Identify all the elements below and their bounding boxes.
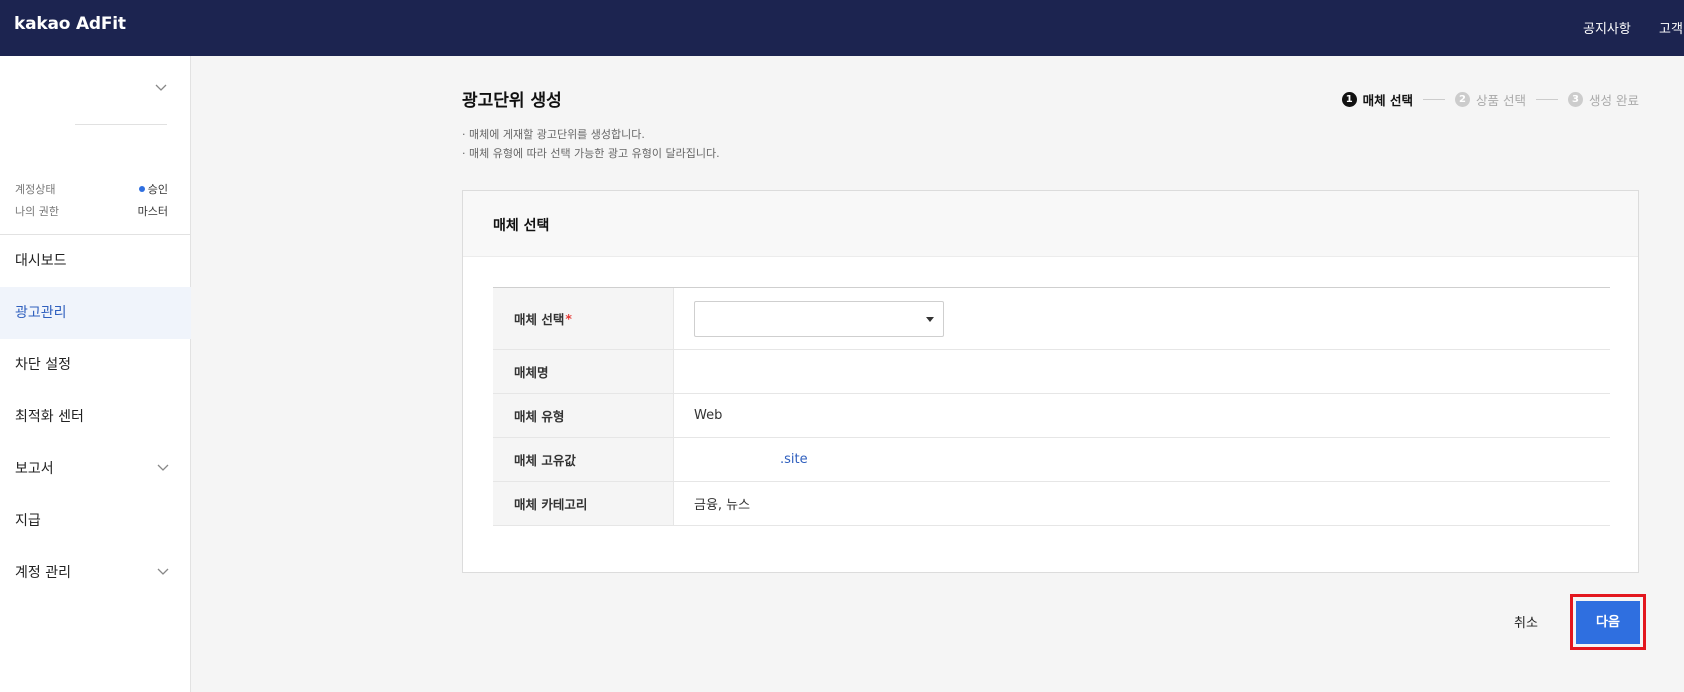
next-button[interactable]: 다음 <box>1576 601 1640 644</box>
media-select-label: 매체 선택 * <box>493 288 674 349</box>
description-line-1: · 매체에 게재할 광고단위를 생성합니다. <box>462 128 645 141</box>
step-label: 매체 선택 <box>1362 93 1414 108</box>
media-name-value <box>674 350 1610 393</box>
sidebar-menu: 대시보드 광고관리 차단 설정 최적화 센터 보고서 지급 계정 관리 <box>0 235 191 599</box>
account-status-label: 계정상태 <box>15 183 56 196</box>
media-select-dropdown[interactable] <box>694 300 944 337</box>
step-complete: 3 생성 완료 <box>1568 90 1639 109</box>
form-row-media-id: 매체 고유값 .site <box>493 438 1610 482</box>
form-row-media-name: 매체명 <box>493 350 1610 394</box>
media-name-label: 매체명 <box>493 350 674 393</box>
account-role-label: 나의 권한 <box>15 205 59 218</box>
step-product-select: 2 상품 선택 <box>1455 90 1526 109</box>
notice-link[interactable]: 공지사항 <box>1583 22 1631 37</box>
media-category-label: 매체 카테고리 <box>493 482 674 525</box>
step-number: 1 <box>1341 92 1357 107</box>
page-title: 광고단위 생성 <box>462 91 562 111</box>
required-mark: * <box>565 311 572 326</box>
step-label: 생성 완료 <box>1589 93 1639 108</box>
form-row-media-type: 매체 유형 Web <box>493 394 1610 438</box>
account-status-value: 승인 <box>138 181 168 197</box>
media-id-link[interactable]: .site <box>694 452 808 467</box>
account-selector[interactable] <box>0 76 191 116</box>
sidebar-item-payment[interactable]: 지급 <box>0 495 191 547</box>
kakao-adfit-logo[interactable]: kakao AdFit <box>14 14 126 34</box>
cancel-button[interactable]: 취소 <box>1514 612 1538 631</box>
sidebar: 계정상태 승인 나의 권한 마스터 대시보드 광고관리 차단 설정 최적화 센터… <box>0 56 191 692</box>
step-number: 3 <box>1568 92 1584 107</box>
media-select-cell <box>674 288 1610 349</box>
account-role-row: 나의 권한 마스터 <box>15 203 168 219</box>
form-row-media-select: 매체 선택 * <box>493 288 1610 350</box>
sidebar-item-optimization-center[interactable]: 최적화 센터 <box>0 391 191 443</box>
top-links: 공지사항 고객 <box>1559 18 1684 37</box>
step-indicator: 1 매체 선택 2 상품 선택 3 생성 완료 <box>1341 90 1639 109</box>
media-id-cell: .site <box>674 438 1610 481</box>
panel-header: 매체 선택 <box>463 191 1638 257</box>
chevron-down-icon <box>155 84 167 91</box>
media-category-value: 금융, 뉴스 <box>694 498 751 513</box>
customer-center-link[interactable]: 고객 <box>1659 18 1684 37</box>
media-select-panel: 매체 선택 매체 선택 * 매체명 매체 유형 Web 매체 고유값 .site… <box>462 190 1639 573</box>
sidebar-item-ad-management[interactable]: 광고관리 <box>0 287 191 339</box>
sidebar-item-dashboard[interactable]: 대시보드 <box>0 235 191 287</box>
top-navigation: kakao AdFit 공지사항 고객 <box>0 0 1684 56</box>
step-connector <box>1423 99 1446 100</box>
sidebar-item-reports[interactable]: 보고서 <box>0 443 191 495</box>
panel-title: 매체 선택 <box>493 218 550 234</box>
media-id-label: 매체 고유값 <box>493 438 674 481</box>
step-label: 상품 선택 <box>1476 93 1527 108</box>
dropdown-arrow-icon <box>926 316 934 322</box>
account-role-value: 마스터 <box>137 205 168 218</box>
sidebar-item-account-management[interactable]: 계정 관리 <box>0 547 191 599</box>
main-content: 광고단위 생성 · 매체에 게재할 광고단위를 생성합니다. · 매체 유형에 … <box>192 56 1684 692</box>
media-type-value: Web <box>694 408 723 423</box>
account-divider <box>75 124 167 125</box>
chevron-down-icon <box>157 464 169 471</box>
status-dot-icon <box>138 186 145 192</box>
description-line-2: · 매체 유형에 따라 선택 가능한 광고 유형이 달라집니다. <box>462 147 720 160</box>
step-media-select: 1 매체 선택 <box>1341 90 1414 109</box>
step-connector <box>1536 99 1559 100</box>
media-type-label: 매체 유형 <box>493 394 674 437</box>
sidebar-item-block-settings[interactable]: 차단 설정 <box>0 339 191 391</box>
step-number: 2 <box>1455 92 1471 107</box>
media-form-table: 매체 선택 * 매체명 매체 유형 Web 매체 고유값 .site 매체 카테… <box>493 287 1610 526</box>
chevron-down-icon <box>157 568 169 575</box>
form-row-media-category: 매체 카테고리 금융, 뉴스 <box>493 482 1610 526</box>
account-status-row: 계정상태 승인 <box>15 181 168 197</box>
